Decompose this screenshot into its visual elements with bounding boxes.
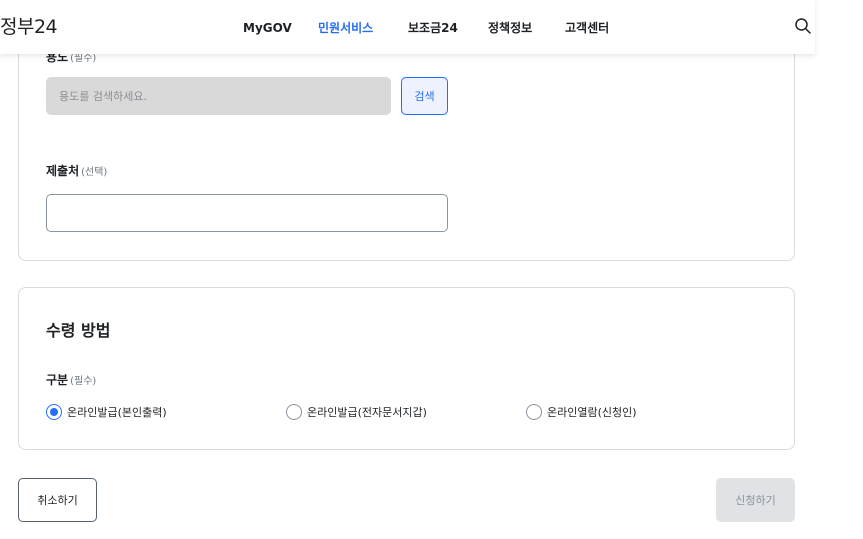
radio-circle-icon[interactable] [286, 404, 302, 420]
nav-item-mygov[interactable]: MyGOV [243, 19, 292, 37]
receive-method-card: 수령 방법 구분 (필수) 온라인발급(본인출력) 온라인발급(전자문서지갑) 온… [18, 287, 795, 450]
receive-method-title: 수령 방법 [46, 321, 111, 340]
site-logo[interactable]: 정부24 [0, 14, 58, 40]
submit-to-label: 제출처 (선택) [46, 164, 108, 178]
apply-button[interactable]: 신청하기 [716, 478, 795, 522]
search-icon[interactable] [794, 17, 812, 35]
nav-item-customer-center[interactable]: 고객센터 [565, 19, 609, 37]
submit-to-input[interactable] [46, 194, 448, 232]
radio-label: 온라인발급(전자문서지갑) [307, 406, 427, 419]
radio-online-view[interactable]: 온라인열람(신청인) [526, 402, 637, 422]
nav-item-policy-info[interactable]: 정책정보 [488, 19, 532, 37]
radio-circle-icon[interactable] [526, 404, 542, 420]
purpose-input[interactable] [46, 77, 391, 115]
nav-item-subsidy24[interactable]: 보조금24 [408, 19, 458, 37]
radio-circle-icon[interactable] [46, 404, 62, 420]
purpose-search-button[interactable]: 검색 [401, 77, 448, 115]
radio-online-digital-wallet[interactable]: 온라인발급(전자문서지갑) [286, 402, 427, 422]
cancel-button[interactable]: 취소하기 [18, 478, 97, 522]
radio-label: 온라인열람(신청인) [547, 406, 637, 419]
nav-item-civil-services[interactable]: 민원서비스 [318, 19, 373, 37]
radio-label: 온라인발급(본인출력) [67, 406, 167, 419]
radio-online-self-print[interactable]: 온라인발급(본인출력) [46, 402, 167, 422]
category-label: 구분 (필수) [46, 373, 97, 387]
document-options-card: 용도(필수) 검색 제출처(선택) [18, 20, 795, 261]
site-header: 정부24 MyGOV 민원서비스 보조금24 정책정보 고객센터 [0, 0, 815, 54]
